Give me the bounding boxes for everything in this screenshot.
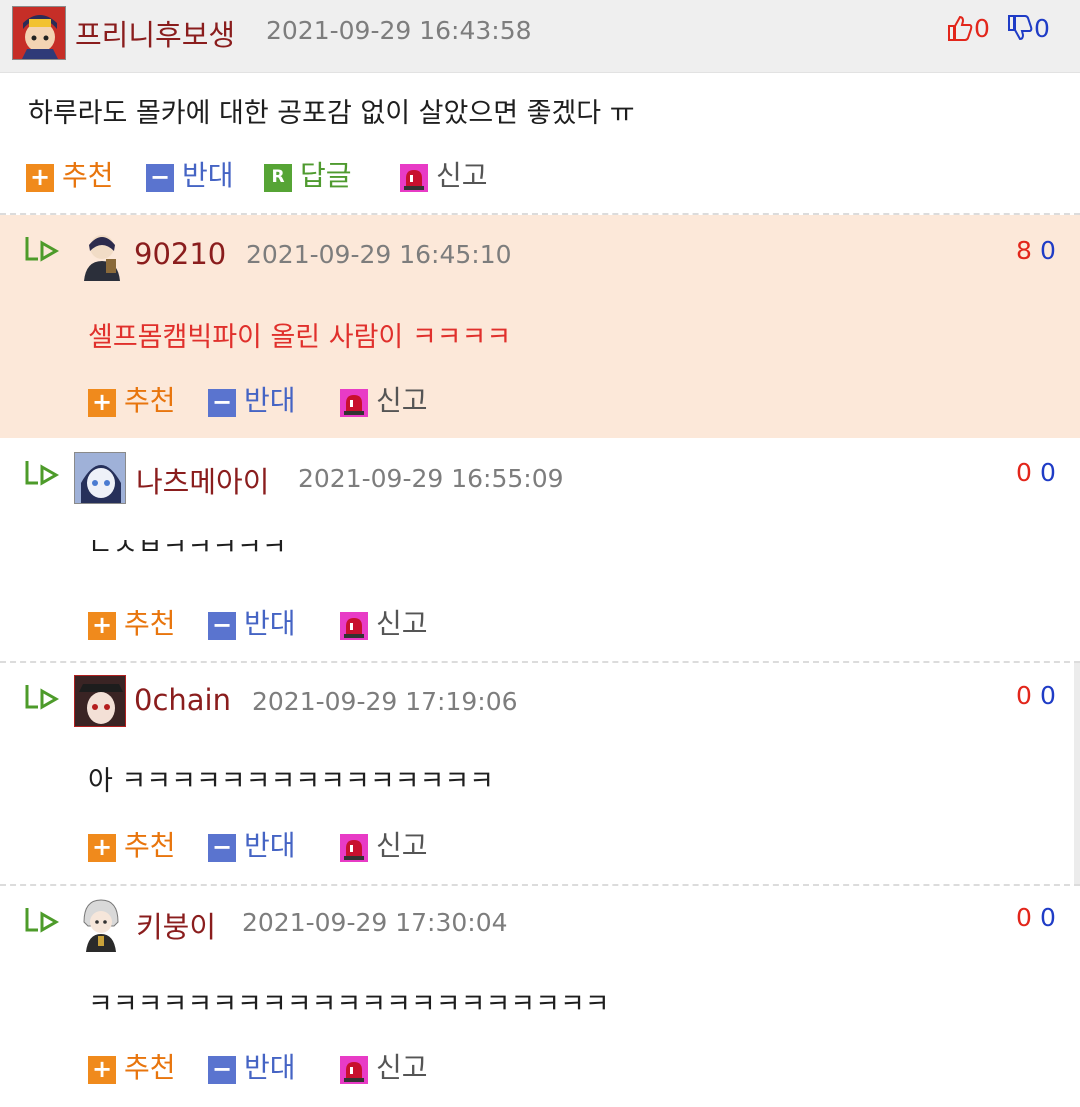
reply-arrow-icon [25,237,60,262]
report-button[interactable]: 신고 [340,606,440,642]
reply-arrow-icon [25,461,60,486]
upvote-count: 0 [1016,681,1032,710]
reply-item: 0chain 2021-09-29 17:19:06 0 0 아 ㅋㅋㅋㅋㅋㅋㅋ… [0,663,1080,883]
downvote-count: 0 [1040,903,1056,932]
comment-date: 2021-09-29 17:19:06 [252,687,518,716]
comment-thread: 프리니후보생 2021-09-29 16:43:58 0 0 하루라도 몰카에 … [0,0,1080,1107]
comment-body-text: ㄴㅅㅂㅋㅋㅋㅋㅋ [88,540,287,562]
plus-icon: + [88,612,116,640]
reply-arrow-icon [25,908,60,933]
minus-icon: − [208,834,236,862]
recommend-label: 추천 [124,829,176,862]
recommend-button[interactable]: + 추천 [88,606,188,642]
author-name[interactable]: 나츠메아이 [136,459,269,501]
avatar[interactable] [74,896,128,952]
author-name[interactable]: 90210 [134,237,226,271]
downvote-count: 0 [1040,681,1056,710]
oppose-label: 반대 [244,829,296,862]
avatar[interactable] [12,6,66,60]
plus-icon: + [88,834,116,862]
avatar[interactable] [74,452,126,504]
downvote-count: 0 [1040,458,1056,487]
oppose-label: 반대 [182,159,234,192]
report-label: 신고 [436,159,488,192]
minus-icon: − [208,612,236,640]
report-button[interactable]: 신고 [340,828,440,864]
reply-item: 나츠메아이 2021-09-29 16:55:09 0 0 ㄴㅅㅂㅋㅋㅋㅋㅋ +… [0,440,1080,660]
comment-body: ㄴㅅㅂㅋㅋㅋㅋㅋ [88,540,287,564]
oppose-button[interactable]: − 반대 [208,1050,308,1086]
reply-button[interactable]: R 답글 [264,158,364,194]
plus-icon: + [26,164,54,192]
report-label: 신고 [376,607,428,640]
minus-icon: − [146,164,174,192]
thumbs-down-icon [1008,15,1033,41]
oppose-button[interactable]: − 반대 [208,383,308,419]
comment-body: ㅋㅋㅋㅋㅋㅋㅋㅋㅋㅋㅋㅋㅋㅋㅋㅋㅋㅋㅋㅋㅋ [88,989,610,1020]
minus-icon: − [208,1056,236,1084]
report-label: 신고 [376,829,428,862]
avatar[interactable] [74,675,126,727]
oppose-button[interactable]: − 반대 [208,828,308,864]
report-label: 신고 [376,1051,428,1084]
downvote-number: 0 [1034,14,1050,43]
reply-label: 답글 [300,159,352,192]
author-name[interactable]: 프리니후보생 [75,12,235,54]
reply-item: 90210 2021-09-29 16:45:10 8 0 셀프몸캠빅파이 올린… [0,215,1080,438]
recommend-label: 추천 [124,1051,176,1084]
minus-icon: − [208,389,236,417]
comment-date: 2021-09-29 16:43:58 [266,16,532,45]
downvote-count[interactable]: 0 [1006,14,1050,43]
upvote-count: 0 [1016,458,1032,487]
thumbs-up-icon [948,15,973,41]
recommend-label: 추천 [124,607,176,640]
report-label: 신고 [376,384,428,417]
report-button[interactable]: 신고 [340,1050,440,1086]
comment-body: 하루라도 몰카에 대한 공포감 없이 살았으면 좋겠다 ㅠ [28,98,635,129]
upvote-count[interactable]: 0 [946,14,990,43]
oppose-label: 반대 [244,1051,296,1084]
report-button[interactable]: 신고 [340,383,440,419]
recommend-button[interactable]: + 추천 [88,828,188,864]
upvote-count: 0 [1016,903,1032,932]
comment-date: 2021-09-29 17:30:04 [242,908,508,937]
oppose-button[interactable]: − 반대 [146,158,246,194]
comment-date: 2021-09-29 16:55:09 [298,464,564,493]
top-comment-header: 프리니후보생 2021-09-29 16:43:58 0 0 [0,0,1080,73]
recommend-button[interactable]: + 추천 [88,383,188,419]
comment-date: 2021-09-29 16:45:10 [246,240,512,269]
recommend-label: 추천 [124,384,176,417]
recommend-label: 추천 [62,159,114,192]
author-name[interactable]: 키붕이 [136,904,216,946]
recommend-button[interactable]: + 추천 [88,1050,188,1086]
reply-arrow-icon [25,685,60,710]
comment-body: 아 ㅋㅋㅋㅋㅋㅋㅋㅋㅋㅋㅋㅋㅋㅋㅋ [88,766,495,797]
plus-icon: + [88,389,116,417]
report-button[interactable]: 신고 [400,158,500,194]
reply-r-icon: R [264,164,292,192]
author-name[interactable]: 0chain [134,683,231,717]
reply-item: 키붕이 2021-09-29 17:30:04 0 0 ㅋㅋㅋㅋㅋㅋㅋㅋㅋㅋㅋㅋ… [0,886,1080,1107]
downvote-count: 0 [1040,236,1056,265]
oppose-button[interactable]: − 반대 [208,606,308,642]
plus-icon: + [88,1056,116,1084]
siren-icon [340,834,368,862]
siren-icon [340,612,368,640]
oppose-label: 반대 [244,607,296,640]
recommend-button[interactable]: + 추천 [26,158,126,194]
siren-icon [340,389,368,417]
comment-body: 셀프몸캠빅파이 올린 사람이 ㅋㅋㅋㅋ [88,322,512,353]
upvote-count: 8 [1016,236,1032,265]
siren-icon [340,1056,368,1084]
avatar[interactable] [78,229,126,281]
upvote-number: 0 [974,14,990,43]
oppose-label: 반대 [244,384,296,417]
siren-icon [400,164,428,192]
